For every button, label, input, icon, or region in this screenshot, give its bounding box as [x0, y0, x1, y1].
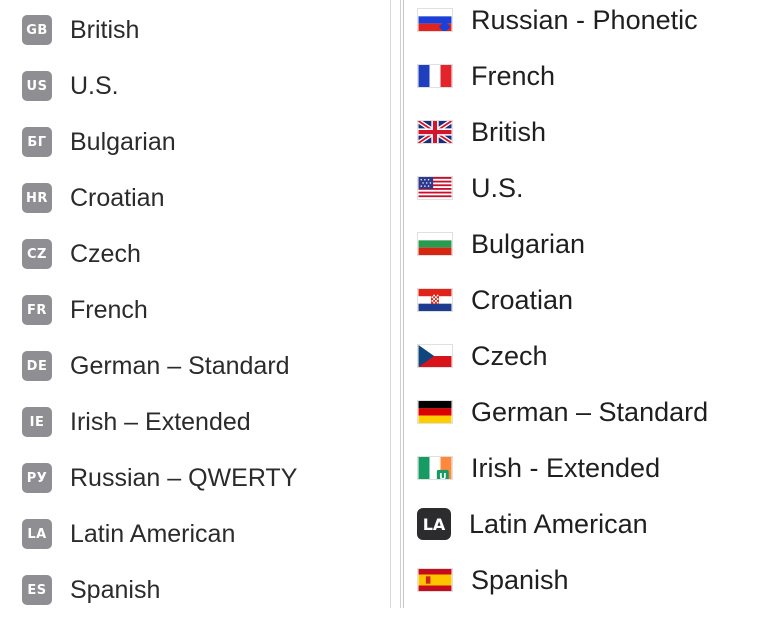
input-source-list-gray: GB British US U.S. БГ Bulgarian HR Croat… [0, 0, 390, 608]
list-item-russian-qwerty[interactable]: РУ Russian – QWERTY [22, 462, 297, 494]
fr-badge-icon: FR [22, 295, 52, 325]
de-badge-icon: DE [22, 351, 52, 381]
list-item-croatian[interactable]: HR Croatian [22, 182, 165, 214]
germany-flag-icon [417, 400, 453, 424]
list-item-us[interactable]: U.S. [417, 170, 524, 206]
list-item-label: British [471, 116, 547, 147]
list-item-label: German – Standard [70, 351, 290, 380]
la-badge-icon: LA [22, 519, 52, 549]
list-item-label: Russian – QWERTY [70, 463, 298, 492]
list-item-czech[interactable]: CZ Czech [22, 238, 141, 270]
list-item-label: Irish – Extended [70, 407, 251, 436]
list-item-french[interactable]: FR French [22, 294, 148, 326]
hr-badge-icon: HR [22, 183, 52, 213]
france-flag-icon [417, 64, 453, 88]
uk-flag-icon [417, 120, 453, 144]
list-item-label: Irish - Extended [471, 452, 661, 483]
list-item-croatian[interactable]: Croatian [417, 282, 573, 318]
es-badge-icon: ES [22, 575, 52, 605]
list-item-label: Spanish [70, 575, 161, 604]
list-item-label: U.S. [471, 172, 524, 203]
svg-text:U: U [439, 471, 446, 479]
gb-badge-icon: GB [22, 15, 52, 45]
ru-badge-icon: РУ [22, 463, 52, 493]
list-item-irish[interactable]: IE Irish – Extended [22, 406, 251, 438]
list-item-label: Croatian [70, 183, 165, 212]
list-item-label: French [70, 295, 148, 324]
list-item-label: Latin American [469, 508, 648, 539]
list-item-label: Latin American [70, 519, 236, 548]
bottom-margin [0, 608, 774, 629]
list-item-us[interactable]: US U.S. [22, 70, 119, 102]
list-item-british[interactable]: British [417, 114, 546, 150]
la-badge-icon: LA [417, 508, 451, 540]
list-item-german[interactable]: DE German – Standard [22, 350, 290, 382]
list-item-latin-american[interactable]: LA Latin American [417, 506, 648, 542]
list-item-british[interactable]: GB British [22, 14, 139, 46]
list-item-label: Russian - Phonetic [471, 4, 698, 35]
list-item-french[interactable]: French [417, 58, 555, 94]
list-item-german[interactable]: German – Standard [417, 394, 708, 430]
list-item-spanish[interactable]: ES Spanish [22, 574, 160, 606]
ie-badge-icon: IE [22, 407, 52, 437]
russia-flag-icon [417, 8, 453, 32]
croatia-flag-icon [417, 288, 453, 312]
list-item-bulgarian[interactable]: БГ Bulgarian [22, 126, 176, 158]
list-item-label: Spanish [471, 564, 569, 595]
bg-badge-icon: БГ [22, 127, 52, 157]
czech-flag-icon [417, 344, 453, 368]
list-item-label: U.S. [70, 71, 119, 100]
list-item-bulgarian[interactable]: Bulgarian [417, 226, 585, 262]
ireland-flag-icon: U [417, 456, 453, 480]
us-flag-icon [417, 176, 453, 200]
list-item-latin-american[interactable]: LA Latin American [22, 518, 235, 550]
panel-divider [390, 0, 391, 608]
list-item-label: British [70, 15, 140, 44]
list-item-spanish[interactable]: Spanish [417, 562, 569, 598]
list-item-label: German – Standard [471, 396, 709, 427]
list-item-czech[interactable]: Czech [417, 338, 548, 374]
list-item-irish[interactable]: U Irish - Extended [417, 450, 660, 486]
cz-badge-icon: CZ [22, 239, 52, 269]
list-item-label: Czech [471, 340, 548, 371]
list-item-label: Croatian [471, 284, 574, 315]
list-item-label: French [471, 60, 556, 91]
panel-divider [400, 0, 401, 608]
list-item-russian-phonetic[interactable]: Russian - Phonetic [417, 2, 698, 38]
list-item-label: Bulgarian [471, 228, 586, 259]
us-badge-icon: US [22, 71, 52, 101]
list-item-label: Czech [70, 239, 141, 268]
spain-flag-icon [417, 568, 453, 592]
bulgaria-flag-icon [417, 232, 453, 256]
list-item-label: Bulgarian [70, 127, 176, 156]
